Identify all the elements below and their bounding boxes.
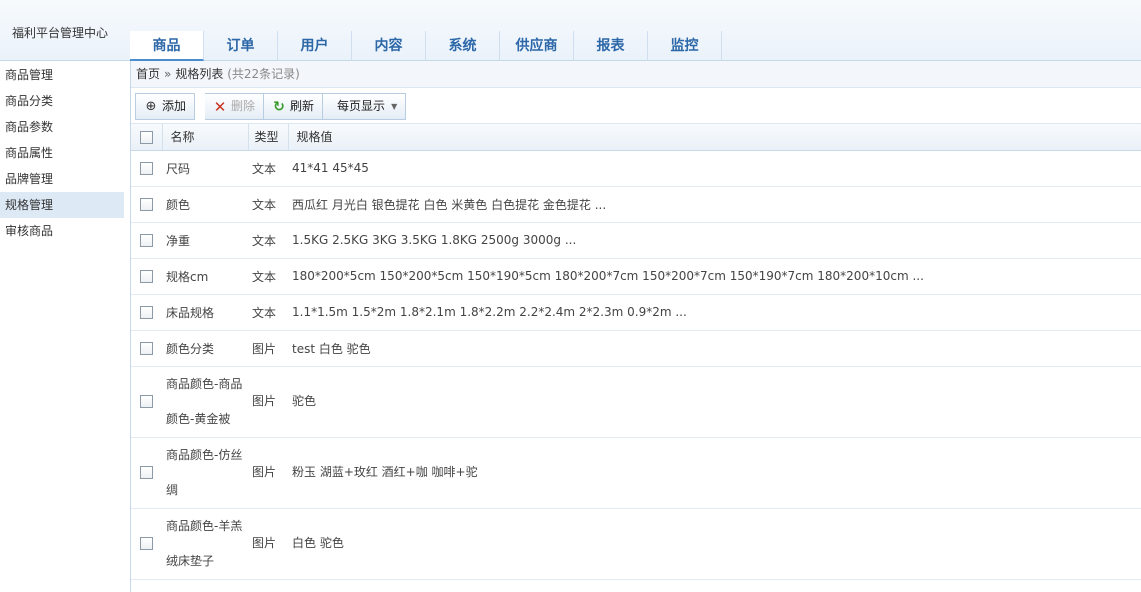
spec-type: 图片 — [248, 330, 288, 367]
tab-content[interactable]: 内容 — [352, 31, 426, 61]
delete-label: 删除 — [231, 99, 256, 113]
refresh-label: 刷新 — [290, 99, 315, 113]
row-checkbox-cell — [131, 258, 162, 295]
breadcrumb-current: 规格列表 — [175, 67, 224, 81]
sidebar-item-product-management[interactable]: 商品管理 — [0, 62, 124, 88]
header-checkbox-cell — [131, 124, 162, 151]
main-content: 首页 » 规格列表 (共22条记录) ⊕ 添加 ✕ 删除 ↻ 刷新 每页显示 ▼ 名… — [131, 61, 1141, 592]
spec-name: 规格cm — [162, 258, 248, 295]
refresh-button[interactable]: ↻ 刷新 — [264, 93, 324, 120]
sidebar-item-spec-management[interactable]: 规格管理 — [0, 192, 124, 218]
spec-values: 粉玉 湖蓝+玫红 酒红+咖 咖啡+驼 — [288, 437, 1141, 509]
spec-type: 图片 — [248, 437, 288, 509]
row-checkbox-cell — [131, 330, 162, 367]
table-row[interactable]: 尺码 文本 41*41 45*45 — [131, 150, 1141, 187]
breadcrumb-separator: » — [164, 67, 172, 81]
breadcrumb: 首页 » 规格列表 (共22条记录) — [131, 61, 1141, 88]
row-checkbox[interactable] — [140, 466, 153, 479]
row-checkbox-cell — [131, 366, 162, 438]
spec-values: 41*41 45*45 — [288, 150, 1141, 187]
spec-name: 商品颜色-仿丝绸 — [162, 437, 248, 509]
row-checkbox[interactable] — [140, 270, 153, 283]
spec-type: 图片 — [248, 366, 288, 438]
row-checkbox[interactable] — [140, 395, 153, 408]
spec-name: 床品规格 — [162, 294, 248, 331]
sidebar-item-product-categories[interactable]: 商品分类 — [0, 88, 124, 114]
spec-type: 文本 — [248, 186, 288, 223]
spec-type: 文本 — [248, 258, 288, 295]
add-label: 添加 — [162, 99, 187, 113]
record-count: (共22条记录) — [227, 67, 300, 81]
plus-circle-icon: ⊕ — [145, 98, 157, 114]
add-button[interactable]: ⊕ 添加 — [135, 93, 196, 120]
row-checkbox[interactable] — [140, 342, 153, 355]
row-checkbox[interactable] — [140, 198, 153, 211]
row-checkbox[interactable] — [140, 537, 153, 550]
spec-values: 180*200*5cm 150*200*5cm 150*190*5cm 180*… — [288, 258, 1141, 295]
table-header-row: 名称 类型 规格值 — [131, 124, 1141, 151]
table-row[interactable]: 商品颜色-商品颜色-黄金被 图片 驼色 — [131, 366, 1141, 438]
tab-products[interactable]: 商品 — [130, 31, 204, 61]
sidebar-item-product-attributes[interactable]: 商品属性 — [0, 140, 124, 166]
spec-name: 尺码 — [162, 150, 248, 187]
tab-system[interactable]: 系统 — [426, 31, 500, 61]
tab-orders[interactable]: 订单 — [204, 31, 278, 61]
delete-button[interactable]: ✕ 删除 — [205, 93, 265, 120]
x-icon: ✕ — [213, 97, 227, 116]
spec-type: 文本 — [248, 222, 288, 259]
spec-values: test 白色 驼色 — [288, 330, 1141, 367]
spec-name: 净重 — [162, 222, 248, 259]
tab-monitor[interactable]: 监控 — [648, 31, 722, 61]
table-row[interactable]: 净重 文本 1.5KG 2.5KG 3KG 3.5KG 1.8KG 2500g … — [131, 222, 1141, 259]
row-checkbox-cell — [131, 508, 162, 580]
caret-down-icon: ▼ — [391, 102, 398, 111]
spec-name: 颜色分类 — [162, 330, 248, 367]
spec-name: 颜色 — [162, 186, 248, 223]
table-row[interactable]: 商品颜色-仿丝绸 图片 粉玉 湖蓝+玫红 酒红+咖 咖啡+驼 — [131, 437, 1141, 509]
sidebar-item-review-products[interactable]: 审核商品 — [0, 218, 124, 244]
tab-suppliers[interactable]: 供应商 — [500, 31, 574, 61]
select-all-checkbox[interactable] — [140, 130, 153, 144]
spec-values: 驼色 — [288, 366, 1141, 438]
sidebar: 商品管理 商品分类 商品参数 商品属性 品牌管理 规格管理 审核商品 — [0, 61, 131, 592]
page-size-label: 每页显示 — [337, 99, 386, 113]
spec-values: 1.1*1.5m 1.5*2m 1.8*2.1m 1.8*2.2m 2.2*2.… — [288, 294, 1141, 331]
table-row[interactable]: 床品规格 文本 1.1*1.5m 1.5*2m 1.8*2.1m 1.8*2.2… — [131, 294, 1141, 331]
tab-reports[interactable]: 报表 — [574, 31, 648, 61]
spec-values: 白色 驼色 — [288, 508, 1141, 580]
row-checkbox[interactable] — [140, 306, 153, 319]
sidebar-item-product-parameters[interactable]: 商品参数 — [0, 114, 124, 140]
table-row[interactable]: 商品颜色-羊羔绒床垫子 图片 白色 驼色 — [131, 508, 1141, 580]
row-checkbox-cell — [131, 294, 162, 331]
table-row[interactable]: 颜色分类 图片 test 白色 驼色 — [131, 330, 1141, 367]
spec-values: 1.5KG 2.5KG 3KG 3.5KG 1.8KG 2500g 3000g … — [288, 222, 1141, 259]
row-checkbox-cell — [131, 150, 162, 187]
column-header-type[interactable]: 类型 — [247, 124, 288, 151]
refresh-icon: ↻ — [273, 98, 285, 115]
top-nav: 商品 订单 用户 内容 系统 供应商 报表 监控 — [130, 31, 722, 61]
row-checkbox[interactable] — [140, 162, 153, 175]
tab-users[interactable]: 用户 — [278, 31, 352, 61]
table-row[interactable]: 颜色 文本 西瓜红 月光白 银色提花 白色 米黄色 白色提花 金色提花 ... — [131, 186, 1141, 223]
column-header-name[interactable]: 名称 — [161, 124, 248, 151]
spec-name: 商品颜色-羊羔绒床垫子 — [162, 508, 248, 580]
row-checkbox-cell — [131, 222, 162, 259]
spec-name: 商品颜色-商品颜色-黄金被 — [162, 366, 248, 438]
row-checkbox-cell — [131, 186, 162, 223]
breadcrumb-home-link[interactable]: 首页 — [136, 67, 160, 81]
column-header-values[interactable]: 规格值 — [287, 124, 1141, 151]
spec-values: 西瓜红 月光白 银色提花 白色 米黄色 白色提花 金色提花 ... — [288, 186, 1141, 223]
spec-table: 名称 类型 规格值 尺码 文本 41*41 45*45 颜色 文本 西瓜红 月光… — [131, 124, 1141, 580]
page-size-dropdown[interactable]: 每页显示 ▼ — [323, 93, 407, 120]
sidebar-item-brand-management[interactable]: 品牌管理 — [0, 166, 124, 192]
spec-type: 图片 — [248, 508, 288, 580]
brand-title: 福利平台管理中心 — [12, 26, 109, 40]
row-checkbox-cell — [131, 437, 162, 509]
row-checkbox[interactable] — [140, 234, 153, 247]
spec-type: 文本 — [248, 294, 288, 331]
toolbar: ⊕ 添加 ✕ 删除 ↻ 刷新 每页显示 ▼ — [131, 88, 1141, 124]
spec-type: 文本 — [248, 150, 288, 187]
table-row[interactable]: 规格cm 文本 180*200*5cm 150*200*5cm 150*190*… — [131, 258, 1141, 295]
app-header: 福利平台管理中心 商品 订单 用户 内容 系统 供应商 报表 监控 — [0, 0, 1141, 61]
